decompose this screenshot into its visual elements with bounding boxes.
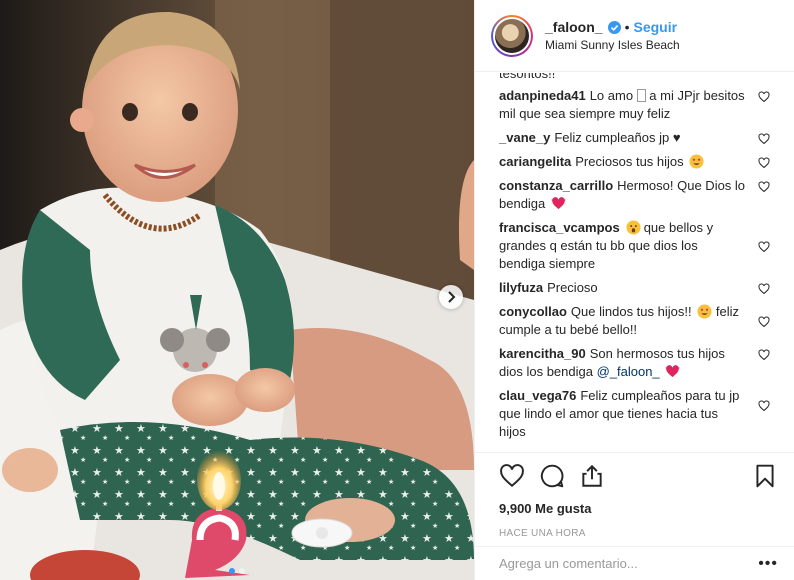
- comment-item: lilyfuza Precioso: [499, 279, 778, 297]
- heart-icon[interactable]: [499, 463, 525, 489]
- avatar[interactable]: [491, 14, 533, 57]
- verified-badge-icon: [607, 20, 621, 34]
- carousel-dot: [239, 568, 245, 574]
- comment-username[interactable]: lilyfuza: [499, 280, 543, 295]
- photo-image: ★ ★: [0, 0, 474, 580]
- like-comment-heart-icon[interactable]: [758, 315, 770, 328]
- post-header: _faloon_ • Seguir Miami Sunny Isles Beac…: [475, 0, 794, 72]
- post-username[interactable]: _faloon_: [545, 19, 603, 35]
- comment-item: clau_vega76 Feliz cumpleaños para tu jp q…: [499, 387, 778, 441]
- chevron-right-icon: [446, 291, 456, 303]
- comment-text: Precioso: [547, 280, 598, 295]
- open-mouth-emoji-icon: [626, 220, 641, 235]
- like-comment-heart-icon[interactable]: [758, 156, 770, 169]
- hug-emoji-icon: [636, 89, 646, 102]
- comment-username[interactable]: constanza_carrillo: [499, 178, 613, 193]
- comment-username[interactable]: clau_vega76: [499, 388, 576, 403]
- comment-item: adanpineda41 Lo amo a mi JPjr besitos mil…: [499, 87, 778, 123]
- comment-text: Que lindos tus hijos!!: [570, 304, 692, 319]
- carousel-next-button[interactable]: [439, 285, 463, 309]
- post-side-panel: _faloon_ • Seguir Miami Sunny Isles Beac…: [474, 0, 794, 580]
- bookmark-icon[interactable]: [752, 463, 778, 489]
- follow-button[interactable]: Seguir: [633, 19, 677, 35]
- comment-item: _vane_y Feliz cumpleaños jp ♥: [499, 129, 778, 147]
- comment-username[interactable]: conycollao: [499, 304, 567, 319]
- post-location[interactable]: Miami Sunny Isles Beach: [545, 38, 680, 52]
- post-photo: ★ ★: [0, 0, 474, 580]
- comment-username[interactable]: adanpineda41: [499, 88, 586, 103]
- comment-username[interactable]: karencitha_90: [499, 346, 586, 361]
- share-icon[interactable]: [579, 463, 605, 489]
- heart-eyes-emoji-icon: [689, 154, 704, 169]
- add-comment-bar: •••: [475, 546, 794, 580]
- comment-item: cariangelita Preciosos tus hijos: [499, 153, 778, 171]
- comment-text: Feliz cumpleaños jp ♥: [554, 130, 681, 145]
- post-timestamp: HACE UNA HORA: [499, 528, 586, 539]
- comment-text: Preciosos tus hijos: [575, 154, 684, 169]
- like-comment-heart-icon[interactable]: [758, 180, 770, 193]
- comment-item: francisca_vcampos que bellos y grandes q …: [499, 219, 778, 273]
- comment-input[interactable]: [499, 556, 759, 571]
- like-comment-heart-icon[interactable]: [758, 282, 770, 295]
- post-actions: 9,900 Me gusta HACE UNA HORA: [475, 452, 794, 539]
- more-options-button[interactable]: •••: [758, 555, 778, 573]
- like-comment-heart-icon[interactable]: [758, 132, 770, 145]
- heart-eyes-emoji-icon: [697, 304, 712, 319]
- comment-item: constanza_carrillo Hermoso! Que Dios lo b…: [499, 177, 778, 213]
- comment-text: Lo amo: [589, 88, 637, 103]
- like-comment-heart-icon[interactable]: [758, 348, 770, 361]
- beating-heart-emoji-icon: [665, 364, 680, 379]
- likes-count[interactable]: 9,900 Me gusta: [499, 501, 778, 516]
- action-icon-row: [499, 453, 778, 499]
- comment-username[interactable]: francisca_vcampos: [499, 220, 620, 235]
- carousel-indicator: [0, 568, 474, 574]
- comment-username[interactable]: _vane_y: [499, 130, 550, 145]
- comment-mention-link[interactable]: @_faloon_: [597, 364, 660, 379]
- like-comment-heart-icon[interactable]: [758, 399, 770, 412]
- comment-icon[interactable]: [539, 463, 565, 489]
- comments-list[interactable]: tesoritos!! adanpineda41 Lo amo a mi JPjr…: [475, 73, 794, 452]
- comment-cutoff-text: tesoritos!!: [499, 73, 556, 81]
- comment-item: karencitha_90 Son hermosos tus hijos dios…: [499, 345, 778, 381]
- like-comment-heart-icon[interactable]: [758, 90, 770, 103]
- comment-username[interactable]: cariangelita: [499, 154, 571, 169]
- carousel-dot: [229, 568, 235, 574]
- beating-heart-emoji-icon: [551, 196, 566, 211]
- like-comment-heart-icon[interactable]: [758, 240, 770, 253]
- separator-dot: •: [624, 19, 630, 35]
- comment-item: conycollao Que lindos tus hijos!! feliz c…: [499, 303, 778, 339]
